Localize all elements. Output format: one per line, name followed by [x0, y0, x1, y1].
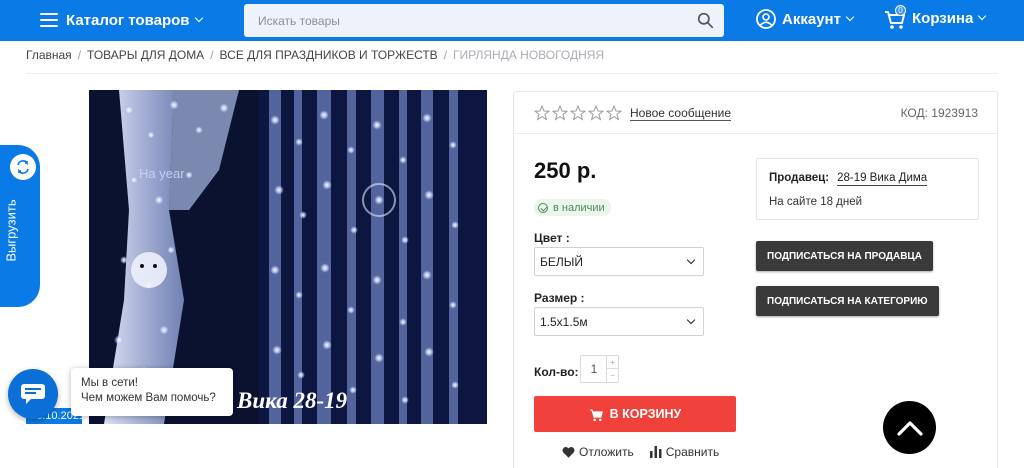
export-side-tab[interactable]: Выгрузить — [0, 145, 40, 307]
product-price: 250 р. — [534, 158, 597, 183]
export-label: Выгрузить — [3, 199, 19, 262]
bar-chart-icon — [649, 446, 662, 458]
star-icon[interactable] — [533, 104, 551, 121]
heart-icon — [562, 447, 575, 458]
size-select[interactable]: 1.5x1.5м — [534, 307, 704, 336]
overlay-text: Ha year — [139, 166, 185, 181]
chat-greeting-bubble[interactable]: Мы в сети! Чем можем Вам помочь? — [71, 368, 233, 416]
divider — [26, 73, 998, 74]
color-select[interactable]: БЕЛЫЙ — [534, 247, 704, 276]
top-navigation-bar: Каталог товаров Аккаунт 0 Корзина — [0, 0, 1024, 41]
user-icon — [756, 9, 776, 29]
chevron-down-icon — [194, 13, 203, 23]
cart-button[interactable]: 0 Корзина — [884, 5, 987, 30]
chat-line-1: Мы в сети! — [81, 377, 138, 389]
add-to-cart-label: В КОРЗИНУ — [609, 407, 682, 421]
color-select-value: БЕЛЫЙ — [540, 254, 584, 269]
add-to-cart-button[interactable]: В КОРЗИНУ — [534, 396, 736, 432]
star-icon[interactable] — [569, 104, 587, 121]
account-button[interactable]: Аккаунт — [756, 9, 855, 29]
quantity-input[interactable] — [581, 356, 607, 382]
watermark-caption: Вика 28-19 — [236, 388, 348, 413]
stock-label: в наличии — [553, 201, 605, 214]
sync-icon — [10, 154, 36, 180]
seller-key: Продавец: — [769, 172, 830, 184]
cart-icon-wrapper: 0 — [884, 5, 906, 30]
breadcrumb-home[interactable]: Главная — [26, 48, 72, 62]
breadcrumb-separator: / — [210, 48, 214, 62]
seller-row: Продавец: 28-19 Вика Дима — [769, 172, 928, 186]
star-icon[interactable] — [587, 104, 605, 121]
quantity-stepper-buttons: + − — [606, 356, 618, 382]
breadcrumb-current: ГИРЛЯНДА НОВОГОДНЯЯ — [453, 48, 605, 62]
size-select-value: 1.5x1.5м — [540, 314, 588, 329]
chevron-down-icon — [686, 255, 696, 265]
scroll-to-top-button[interactable] — [883, 401, 936, 454]
card-top-row: Новое сообщение КОД: 1923913 — [514, 92, 997, 134]
breadcrumb: Главная / ТОВАРЫ ДЛЯ ДОМА / ВСЕ ДЛЯ ПРАЗ… — [26, 48, 604, 62]
quantity-stepper: + − — [580, 355, 619, 383]
product-code: КОД: 1923913 — [900, 106, 978, 120]
chat-line-2: Чем можем Вам помочь? — [81, 392, 216, 404]
chat-button[interactable] — [8, 369, 58, 419]
search-bar — [244, 4, 724, 37]
compare-label: Сравнить — [665, 445, 720, 459]
cart-label: Корзина — [912, 9, 974, 27]
cart-count-badge: 0 — [895, 5, 906, 16]
compare-button[interactable]: Сравнить — [649, 445, 720, 459]
catalog-button[interactable]: Каталог товаров — [40, 9, 203, 31]
breadcrumb-home-goods[interactable]: ТОВАРЫ ДЛЯ ДОМА — [87, 48, 204, 62]
new-message-link[interactable]: Новое сообщение — [630, 106, 732, 121]
star-icon[interactable] — [551, 104, 569, 121]
subscribe-seller-button[interactable]: ПОДПИСАТЬСЯ НА ПРОДАВЦА — [756, 241, 933, 271]
chat-icon — [21, 384, 45, 404]
cart-icon — [589, 409, 603, 421]
seller-name-link[interactable]: 28-19 Вика Дима — [837, 172, 928, 186]
breadcrumb-separator: / — [443, 48, 448, 62]
star-icon[interactable] — [605, 104, 623, 121]
product-actions: Отложить Сравнить — [562, 445, 719, 459]
check-circle-icon — [538, 202, 548, 213]
menu-icon — [40, 13, 58, 27]
stock-badge: в наличии — [534, 199, 611, 216]
chevron-down-icon — [978, 11, 987, 21]
search-input[interactable] — [244, 4, 684, 37]
catalog-label: Каталог товаров — [66, 11, 190, 29]
increment-button[interactable]: + — [607, 356, 618, 369]
seller-box: Продавец: 28-19 Вика Дима На сайте 18 дн… — [756, 158, 979, 220]
quantity-label: Кол-во: — [534, 365, 579, 379]
defer-label: Отложить — [579, 445, 634, 459]
rating-stars[interactable] — [533, 104, 623, 121]
breadcrumb-separator: / — [77, 48, 82, 62]
subscribe-category-button[interactable]: ПОДПИСАТЬСЯ НА КАТЕГОРИЮ — [756, 286, 939, 316]
chevron-up-icon — [896, 420, 923, 436]
decrement-button[interactable]: − — [607, 369, 618, 382]
color-label: Цвет : — [534, 231, 570, 245]
search-icon[interactable] — [697, 12, 714, 29]
chevron-down-icon — [686, 315, 696, 325]
size-label: Размер : — [534, 291, 585, 305]
defer-button[interactable]: Отложить — [562, 445, 634, 459]
seller-on-site: На сайте 18 дней — [769, 196, 863, 208]
chevron-down-icon — [845, 12, 855, 22]
breadcrumb-holidays[interactable]: ВСЕ ДЛЯ ПРАЗДНИКОВ И ТОРЖЕСТВ — [220, 48, 438, 62]
account-label: Аккаунт — [782, 10, 841, 28]
